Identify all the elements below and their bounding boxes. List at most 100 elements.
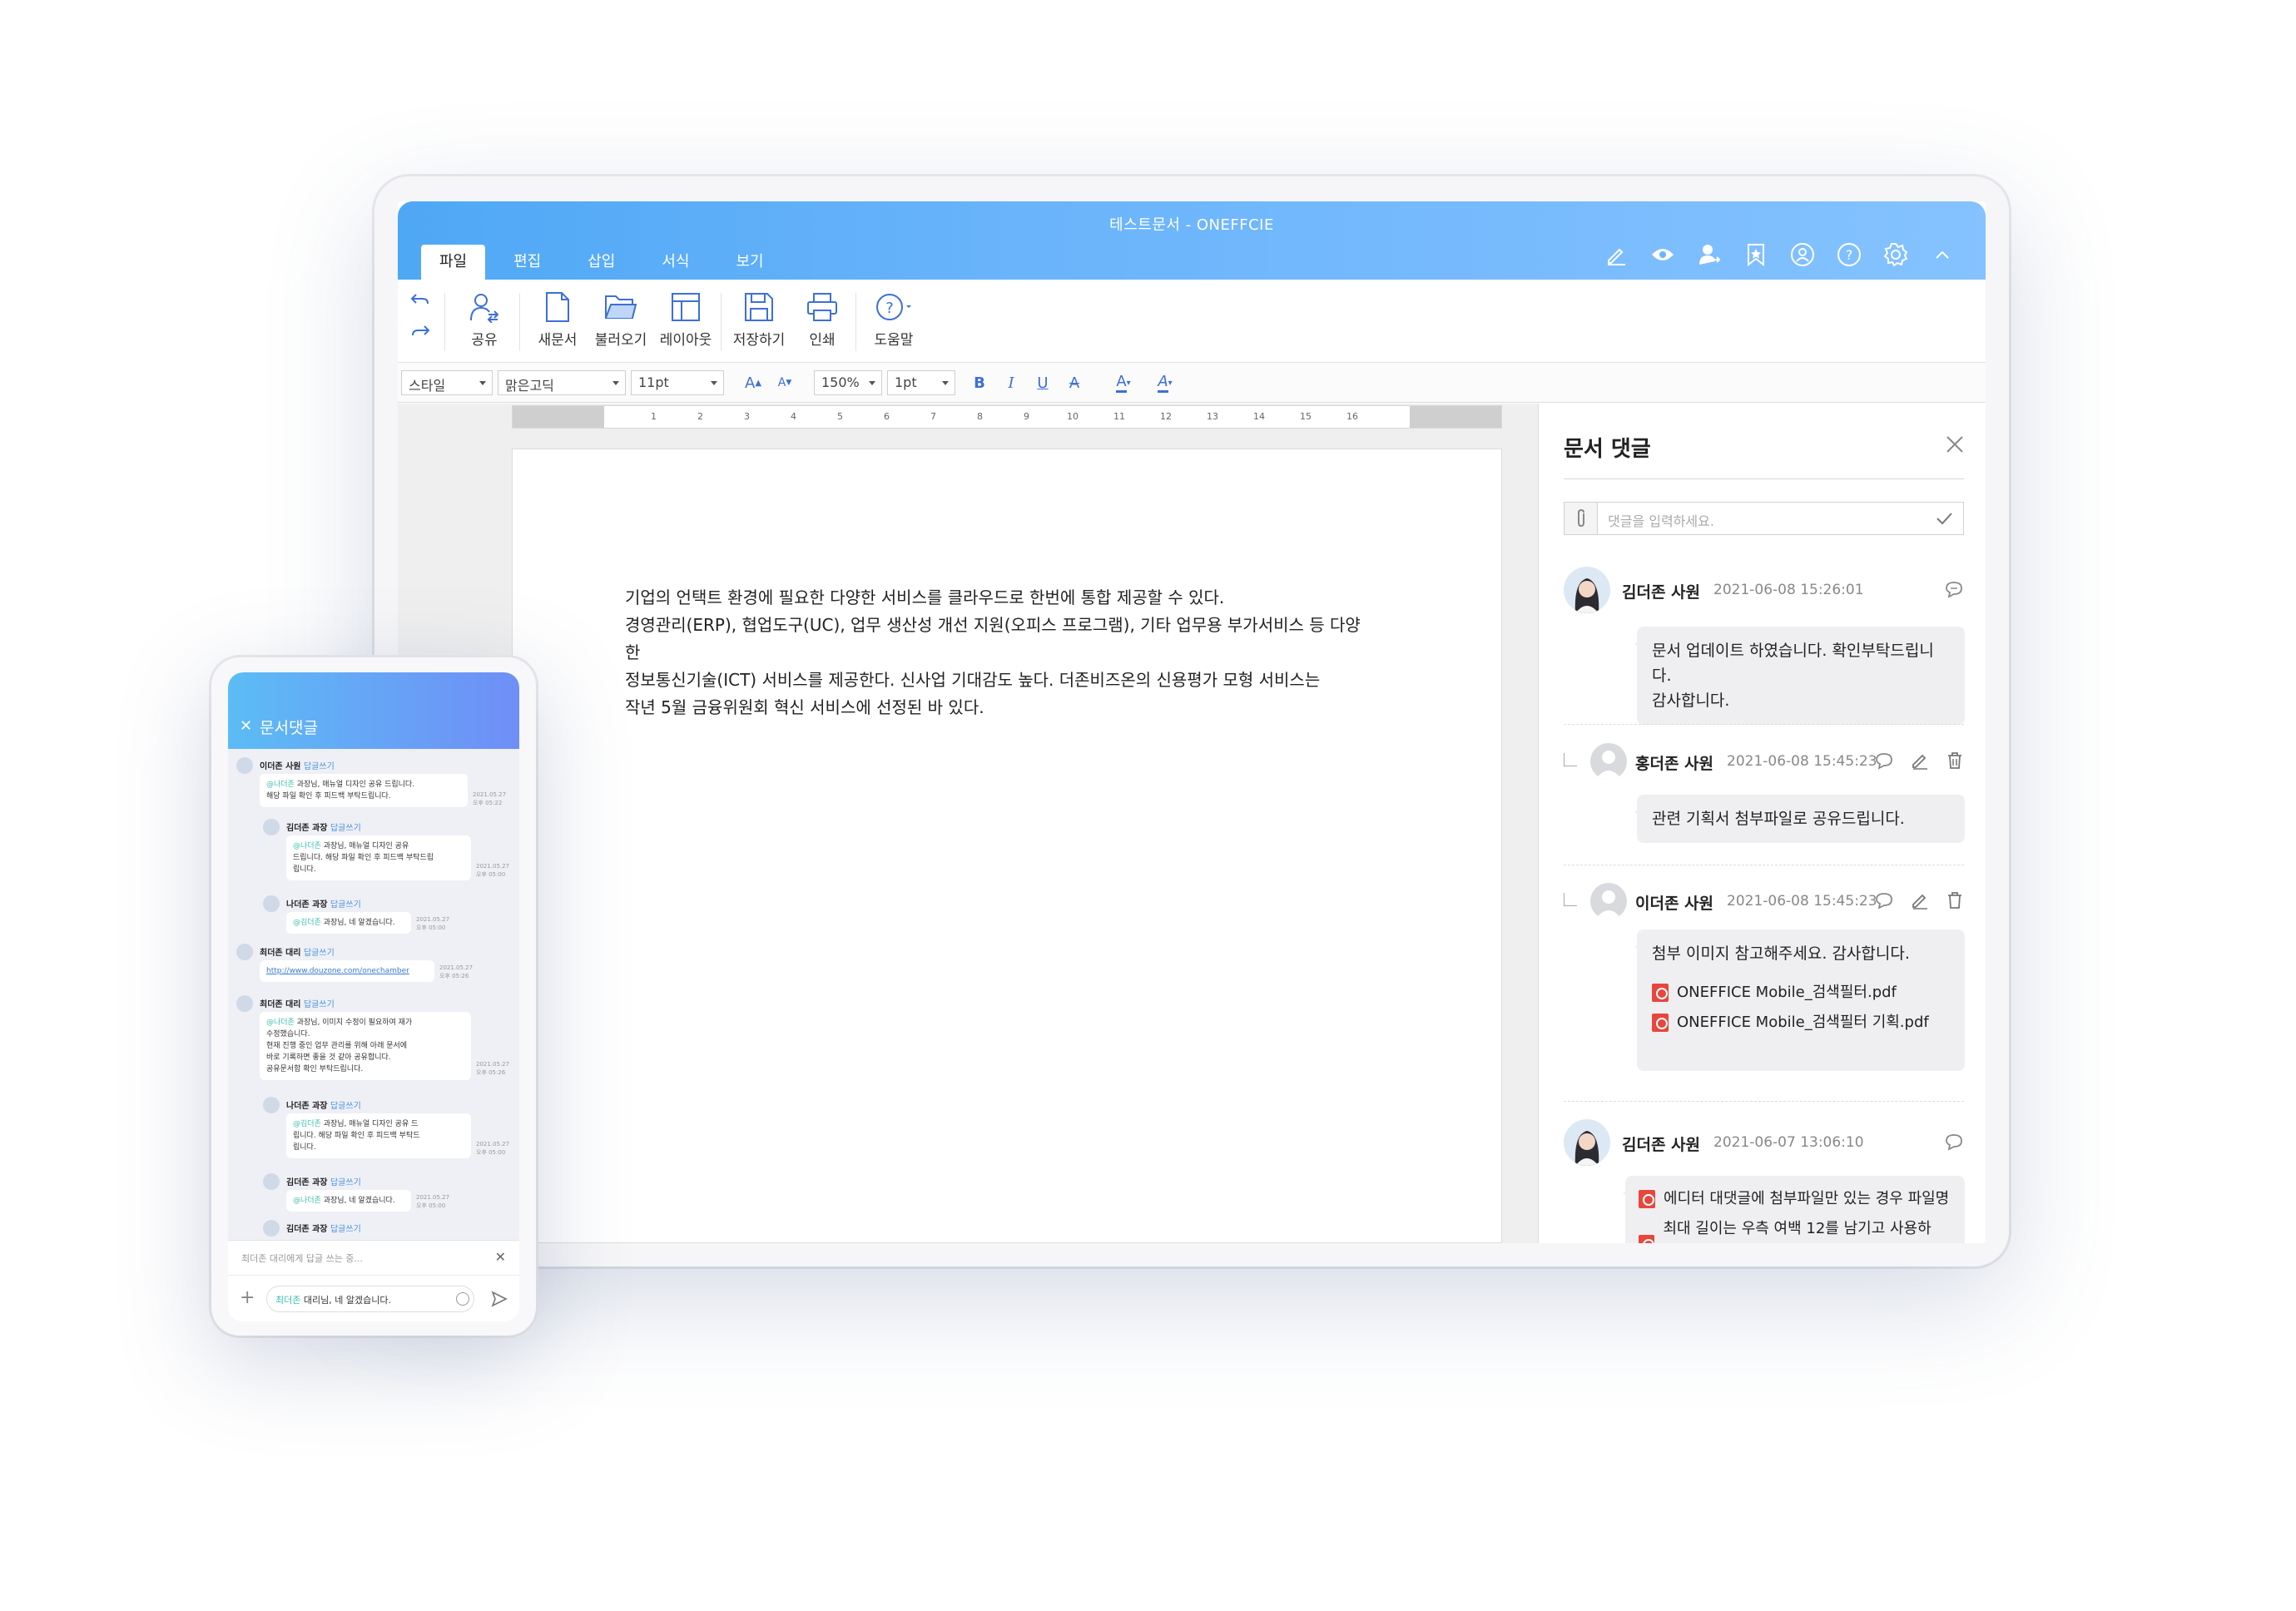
mobile-message-input[interactable]: 최더존 대리님, 네 알겠습니다. <box>266 1286 474 1312</box>
mention[interactable]: @김더존 <box>293 919 321 927</box>
bold-icon[interactable]: B <box>965 370 994 395</box>
close-icon[interactable]: ✕ <box>495 1249 506 1265</box>
mobile-link-bubble[interactable]: http://www.douzone.com/onechamber <box>260 960 434 982</box>
comment-input[interactable]: 댓글을 입력하세요. <box>1564 502 1964 535</box>
tab-view[interactable]: 보기 <box>718 245 782 280</box>
reply-icon[interactable] <box>1874 891 1894 913</box>
check-icon[interactable] <box>1935 509 1953 531</box>
attachment-file[interactable]: 최대 길이는 우측 여백 12를 남기고 사용하도... <box>1639 1214 1951 1243</box>
save-button[interactable]: 저장하기 <box>726 286 792 349</box>
mobile-comment-list: 이더존 사원 답글쓰기 @나더존 과장님, 매뉴얼 디자인 공유 드립니다. 해… <box>228 749 519 1240</box>
share-button[interactable]: 공유 <box>451 286 518 349</box>
close-icon[interactable]: ✕ <box>240 717 252 735</box>
italic-icon[interactable]: I <box>997 370 1025 395</box>
close-icon[interactable] <box>1946 435 1964 457</box>
edit-icon[interactable] <box>1911 891 1929 913</box>
document-page[interactable]: 기업의 언택트 환경에 필요한 다양한 서비스를 클라우드로 한번에 통합 제공… <box>512 449 1502 1243</box>
tab-file[interactable]: 파일 <box>421 245 486 280</box>
tab-edit[interactable]: 편집 <box>495 245 559 280</box>
font-shrink-icon[interactable]: A ▼ <box>771 370 799 395</box>
font-dropdown[interactable]: 맑은고딕 <box>498 370 626 395</box>
reply-icon[interactable] <box>1944 580 1964 602</box>
attachment-file[interactable]: ONEFFICE Mobile_검색필터 기획.pdf <box>1652 1008 1950 1038</box>
reply-link[interactable]: 답글쓰기 <box>330 824 361 833</box>
divider <box>1564 478 1964 479</box>
layout-label: 레이아웃 <box>659 332 712 349</box>
ruler-number: 7 <box>930 411 936 422</box>
mention[interactable]: @김더존 <box>293 1120 321 1128</box>
top-icons: ? <box>1593 238 1966 271</box>
reply-link[interactable]: 답글쓰기 <box>330 1225 361 1234</box>
author-name: 최더존 대리 <box>260 949 301 958</box>
undo-icon[interactable] <box>409 291 431 313</box>
author-name: 이더존 사원 <box>260 762 301 771</box>
message-time: 2021.05.27 오후 05:00 <box>416 1194 450 1209</box>
help-icon[interactable]: ? <box>1826 238 1872 271</box>
tab-insert[interactable]: 삽입 <box>569 245 633 280</box>
mention[interactable]: @나더존 <box>266 781 295 789</box>
send-icon[interactable] <box>491 1291 508 1311</box>
open-button[interactable]: 불러오기 <box>588 286 654 349</box>
reply-indent-icon <box>1564 753 1577 766</box>
reply-link[interactable]: 답글쓰기 <box>330 900 361 910</box>
plus-icon[interactable]: + <box>240 1287 255 1308</box>
font-grow-icon[interactable]: A ▲ <box>739 370 767 395</box>
gear-icon[interactable] <box>1872 238 1919 271</box>
eye-icon[interactable] <box>1639 238 1686 271</box>
ruler-number: 16 <box>1346 411 1358 422</box>
font-size-dropdown[interactable]: 11pt <box>631 370 724 395</box>
font-color-icon[interactable]: A ▾ <box>1105 370 1142 395</box>
trash-icon[interactable] <box>1946 751 1964 773</box>
reply-icon[interactable] <box>1944 1133 1964 1154</box>
mention: 최더존 <box>275 1295 301 1306</box>
redo-icon[interactable] <box>409 323 431 345</box>
mobile-comment-author: 김더존 과장 답글쓰기 <box>286 1175 361 1187</box>
emoji-icon[interactable] <box>456 1292 469 1306</box>
avatar-placeholder <box>1590 743 1627 780</box>
message-link[interactable]: http://www.douzone.com/onechamber <box>266 967 409 975</box>
comment-author: 이더존 사원 <box>1635 895 1714 913</box>
line-width-dropdown[interactable]: 1pt <box>887 370 955 395</box>
mobile-comment-bubble: @나더존 과장님, 매뉴얼 디자인 공유 드립니다. 해당 파일 확인 후 피드… <box>286 835 471 880</box>
document-body[interactable]: 기업의 언택트 환경에 필요한 다양한 서비스를 클라우드로 한번에 통합 제공… <box>625 584 1374 721</box>
print-button[interactable]: 인쇄 <box>789 286 855 349</box>
mention[interactable]: @나더존 <box>266 1019 295 1027</box>
attachment-file[interactable]: ONEFFICE Mobile_검색필터.pdf <box>1652 978 1950 1008</box>
strikethrough-icon[interactable]: A <box>1060 370 1088 395</box>
mention[interactable]: @나더존 <box>293 1197 321 1205</box>
paperclip-icon[interactable] <box>1565 503 1598 534</box>
reply-icon[interactable] <box>1874 751 1894 773</box>
ruler-number: 1 <box>651 411 657 422</box>
tab-format[interactable]: 서식 <box>643 245 707 280</box>
highlight-icon[interactable]: A ▾ <box>1147 370 1183 395</box>
comment-date: 2021-06-08 15:26:01 <box>1713 582 1864 598</box>
account-icon[interactable] <box>1779 238 1826 271</box>
mention[interactable]: @나더존 <box>293 842 321 850</box>
style-dropdown[interactable]: 스타일 <box>401 370 493 395</box>
trash-icon[interactable] <box>1946 891 1964 913</box>
attachment-file[interactable]: 에디터 대댓글에 첨부파일만 있는 경우 파일명 <box>1639 1184 1951 1214</box>
collapse-icon[interactable] <box>1919 238 1966 271</box>
underline-icon[interactable]: U <box>1029 370 1057 395</box>
layout-button[interactable]: 레이아웃 <box>652 286 719 349</box>
reply-link[interactable]: 답글쓰기 <box>330 1102 361 1111</box>
message-time: 2021.05.27 오후 05:00 <box>476 863 510 878</box>
mobile-title: 문서댓글 <box>260 719 318 737</box>
reply-link[interactable]: 답글쓰기 <box>304 1000 335 1009</box>
reply-link[interactable]: 답글쓰기 <box>304 762 335 771</box>
new-document-button[interactable]: 새문서 <box>524 286 591 349</box>
avatar <box>263 819 280 835</box>
pen-icon[interactable] <box>1593 238 1639 271</box>
reply-link[interactable]: 답글쓰기 <box>304 949 335 958</box>
zoom-dropdown[interactable]: 150% <box>814 370 882 395</box>
attachment-name: 최대 길이는 우측 여백 12를 남기고 사용하도... <box>1663 1220 1932 1237</box>
reply-link[interactable]: 답글쓰기 <box>330 1178 361 1187</box>
edit-icon[interactable] <box>1911 751 1929 773</box>
help-button[interactable]: ? 도움말 <box>860 286 927 349</box>
user-share-icon[interactable] <box>1686 238 1733 271</box>
mobile-input-bar: + 최더존 대리님, 네 알겠습니다. <box>228 1275 519 1321</box>
bookmark-icon[interactable] <box>1733 238 1779 271</box>
format-bar: 스타일 맑은고딕 11pt A ▲ A ▼ 150% 1pt B I U A A ▾ … <box>398 363 1986 403</box>
ruler-number: 9 <box>1024 411 1029 422</box>
mobile-comment-author: 최더존 대리 답글쓰기 <box>260 997 335 1009</box>
